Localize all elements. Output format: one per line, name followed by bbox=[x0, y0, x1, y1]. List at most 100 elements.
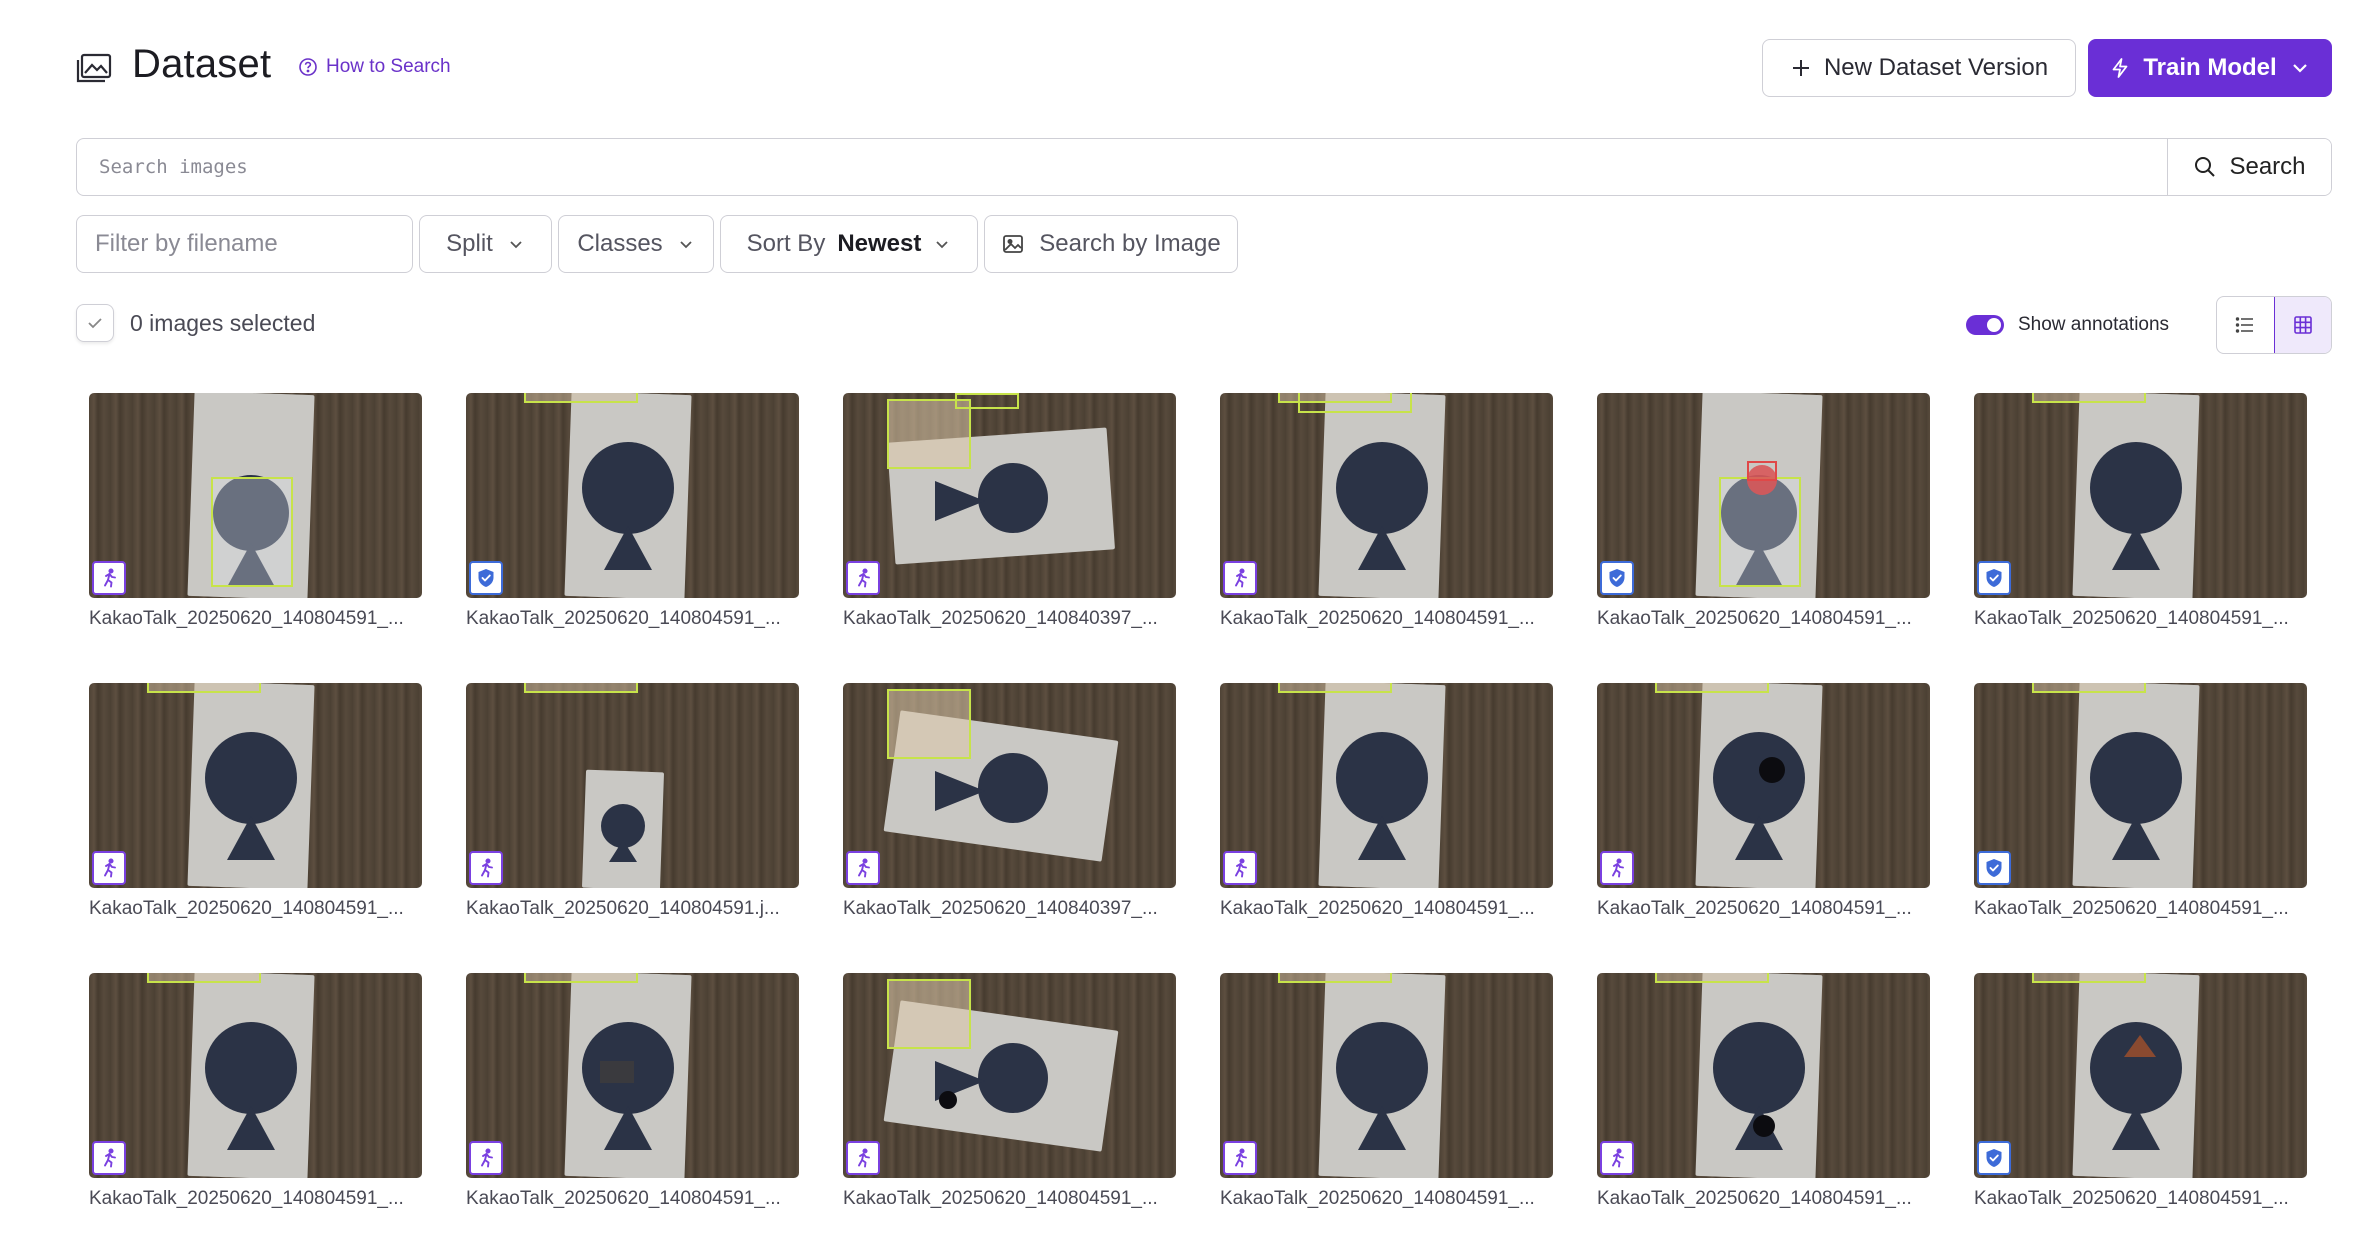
image-card[interactable]: KakaoTalk_20250620_140804591_... bbox=[89, 683, 422, 923]
page-header: Dataset How to Search New Dataset Versio… bbox=[76, 38, 2332, 98]
image-card[interactable]: KakaoTalk_20250620_140804591.j... bbox=[466, 683, 799, 923]
image-card[interactable]: KakaoTalk_20250620_140804591_... bbox=[466, 973, 799, 1213]
image-thumbnail[interactable] bbox=[1597, 393, 1930, 598]
symbol-shape bbox=[227, 816, 275, 860]
symbol-shape bbox=[1358, 816, 1406, 860]
running-person-icon bbox=[1235, 1148, 1247, 1168]
filename-filter[interactable] bbox=[76, 215, 413, 273]
image-card[interactable]: KakaoTalk_20250620_140840397_... bbox=[843, 683, 1176, 923]
shield-check-icon bbox=[1986, 569, 2002, 587]
chevron-down-icon bbox=[510, 241, 522, 249]
split-badge bbox=[846, 851, 880, 885]
image-card[interactable]: KakaoTalk_20250620_140804591_... bbox=[1974, 393, 2307, 633]
split-badge bbox=[846, 1141, 880, 1175]
annotation-box bbox=[887, 689, 971, 759]
image-card[interactable]: KakaoTalk_20250620_140804591_... bbox=[1974, 683, 2307, 923]
image-filename: KakaoTalk_20250620_140804591_... bbox=[89, 608, 404, 629]
image-thumbnail[interactable] bbox=[1220, 683, 1553, 888]
symbol-shape bbox=[1336, 732, 1428, 824]
annotation-box bbox=[147, 973, 261, 983]
image-thumbnail[interactable] bbox=[89, 683, 422, 888]
symbol-shape bbox=[1358, 526, 1406, 570]
split-badge bbox=[469, 561, 503, 595]
list-view-button[interactable] bbox=[2217, 297, 2274, 353]
chevron-down-icon bbox=[2292, 64, 2307, 73]
running-person-icon bbox=[481, 858, 493, 878]
annotation-box bbox=[524, 683, 638, 693]
image-thumbnail[interactable] bbox=[1974, 393, 2307, 598]
split-badge bbox=[1600, 561, 1634, 595]
image-card[interactable]: KakaoTalk_20250620_140804591_... bbox=[843, 973, 1176, 1213]
symbol-shape bbox=[1759, 757, 1785, 783]
shield-check-icon bbox=[478, 569, 494, 587]
filename-filter-input[interactable] bbox=[95, 230, 412, 258]
image-card[interactable]: KakaoTalk_20250620_140804591_... bbox=[1220, 393, 1553, 633]
annotation-box bbox=[1655, 683, 1769, 693]
running-person-icon bbox=[858, 858, 870, 878]
image-card[interactable]: KakaoTalk_20250620_140804591_... bbox=[1974, 973, 2307, 1213]
image-card[interactable]: KakaoTalk_20250620_140804591_... bbox=[1597, 683, 1930, 923]
split-badge bbox=[1977, 561, 2011, 595]
image-card[interactable]: KakaoTalk_20250620_140804591_... bbox=[1597, 393, 1930, 633]
image-thumbnail[interactable] bbox=[843, 393, 1176, 598]
help-circle-icon bbox=[299, 58, 317, 76]
image-thumbnail[interactable] bbox=[1597, 973, 1930, 1178]
image-card[interactable]: KakaoTalk_20250620_140804591_... bbox=[89, 973, 422, 1213]
image-filename: KakaoTalk_20250620_140804591_... bbox=[1220, 608, 1535, 629]
classes-dropdown[interactable]: Classes bbox=[558, 215, 714, 273]
image-thumbnail[interactable] bbox=[1220, 973, 1553, 1178]
image-thumbnail[interactable] bbox=[466, 683, 799, 888]
image-thumbnail[interactable] bbox=[89, 973, 422, 1178]
new-dataset-version-button[interactable]: New Dataset Version bbox=[1762, 39, 2076, 97]
running-person-icon bbox=[1235, 858, 1247, 878]
list-icon bbox=[2236, 317, 2254, 333]
annotation-box bbox=[1747, 461, 1777, 481]
image-thumbnail[interactable] bbox=[843, 683, 1176, 888]
image-card[interactable]: KakaoTalk_20250620_140804591_... bbox=[1220, 683, 1553, 923]
symbol-shape bbox=[1753, 1115, 1775, 1137]
image-filename: KakaoTalk_20250620_140804591_... bbox=[1597, 1188, 1912, 1209]
image-thumbnail[interactable] bbox=[1974, 683, 2307, 888]
image-thumbnail[interactable] bbox=[843, 973, 1176, 1178]
image-thumbnail[interactable] bbox=[1974, 973, 2307, 1178]
lightning-icon bbox=[2112, 58, 2128, 78]
symbol-shape bbox=[939, 1091, 957, 1109]
annotation-box bbox=[524, 393, 638, 403]
how-to-search-link[interactable]: How to Search bbox=[298, 56, 451, 78]
image-thumbnail[interactable] bbox=[89, 393, 422, 598]
image-card[interactable]: KakaoTalk_20250620_140804591_... bbox=[1220, 973, 1553, 1213]
image-thumbnail[interactable] bbox=[466, 393, 799, 598]
plus-icon bbox=[1792, 60, 1809, 76]
split-badge bbox=[1600, 1141, 1634, 1175]
split-badge bbox=[1977, 1141, 2011, 1175]
running-person-icon bbox=[104, 568, 116, 588]
show-annotations-control: Show annotations bbox=[1966, 314, 2169, 336]
sort-dropdown-value: Newest bbox=[837, 230, 922, 257]
split-badge bbox=[1223, 1141, 1257, 1175]
running-person-icon bbox=[858, 568, 870, 588]
image-thumbnail[interactable] bbox=[466, 973, 799, 1178]
annotation-box bbox=[147, 683, 261, 693]
search-button[interactable]: Search bbox=[2167, 139, 2331, 195]
search-bar: Search bbox=[76, 138, 2332, 196]
sort-dropdown[interactable]: Sort By Newest bbox=[720, 215, 978, 273]
show-annotations-toggle[interactable] bbox=[1966, 315, 2004, 335]
image-card[interactable]: KakaoTalk_20250620_140804591_... bbox=[466, 393, 799, 633]
split-badge bbox=[846, 561, 880, 595]
image-icon bbox=[1003, 235, 1024, 253]
image-card[interactable]: KakaoTalk_20250620_140840397_... bbox=[843, 393, 1176, 633]
search-input[interactable] bbox=[77, 139, 2167, 195]
search-by-image-button[interactable]: Search by Image bbox=[984, 215, 1238, 273]
sort-dropdown-label: Sort By bbox=[746, 230, 826, 257]
image-filename: KakaoTalk_20250620_140804591.j... bbox=[466, 898, 780, 919]
image-card[interactable]: KakaoTalk_20250620_140804591_... bbox=[89, 393, 422, 633]
select-all-checkbox[interactable] bbox=[76, 304, 114, 342]
image-filename: KakaoTalk_20250620_140804591_... bbox=[1220, 898, 1535, 919]
image-thumbnail[interactable] bbox=[1597, 683, 1930, 888]
image-thumbnail[interactable] bbox=[1220, 393, 1553, 598]
grid-view-button[interactable] bbox=[2273, 297, 2331, 353]
split-dropdown[interactable]: Split bbox=[419, 215, 552, 273]
annotation-box bbox=[2032, 973, 2146, 983]
train-model-button[interactable]: Train Model bbox=[2088, 39, 2332, 97]
image-card[interactable]: KakaoTalk_20250620_140804591_... bbox=[1597, 973, 1930, 1213]
